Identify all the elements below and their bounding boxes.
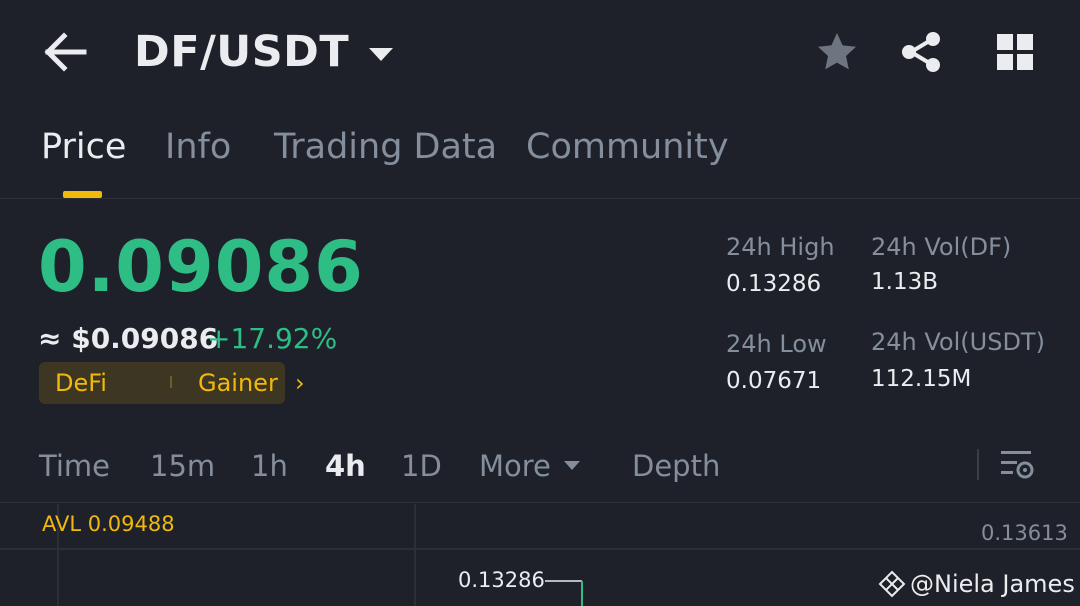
tab-info[interactable]: Info bbox=[165, 127, 231, 167]
high-label: 24h High bbox=[726, 233, 835, 261]
watermark: @Niela James bbox=[878, 570, 1075, 598]
top-app-bar: DF/USDT bbox=[0, 0, 1080, 105]
high-marker-label: 0.13286 bbox=[458, 568, 545, 592]
interval-depth[interactable]: Depth bbox=[632, 449, 720, 483]
interval-1d[interactable]: 1D bbox=[401, 449, 442, 483]
tag-separator bbox=[170, 376, 172, 388]
tab-community[interactable]: Community bbox=[526, 127, 729, 167]
vol-quote-label: 24h Vol(USDT) bbox=[871, 328, 1045, 356]
interval-more[interactable]: More bbox=[479, 449, 551, 483]
kline-chart[interactable]: AVL 0.09488 0.13613 0.13286 @Niela James bbox=[0, 504, 1080, 606]
price-change-percent: +17.92% bbox=[207, 322, 338, 355]
chevron-right-icon: › bbox=[295, 369, 305, 397]
vol-base-value: 1.13B bbox=[871, 269, 938, 295]
fiat-price: ≈ $0.09086 bbox=[38, 322, 219, 355]
avl-label: AVL 0.09488 bbox=[42, 512, 175, 536]
interval-time[interactable]: Time bbox=[39, 449, 110, 483]
binance-logo-icon bbox=[878, 570, 906, 598]
star-favorite-icon[interactable] bbox=[815, 30, 859, 74]
vol-quote-value: 112.15M bbox=[871, 366, 972, 392]
high-value: 0.13286 bbox=[726, 271, 822, 297]
tag-gainer[interactable]: Gainer bbox=[198, 369, 278, 397]
section-tabs: Price Info Trading Data Community bbox=[0, 105, 1080, 199]
low-value: 0.07671 bbox=[726, 368, 822, 394]
low-label: 24h Low bbox=[726, 330, 827, 358]
caret-down-icon bbox=[564, 461, 580, 470]
tab-trading-data[interactable]: Trading Data bbox=[274, 127, 497, 167]
tab-price[interactable]: Price bbox=[41, 127, 126, 167]
pair-selector[interactable]: DF/USDT bbox=[134, 24, 394, 80]
token-tags[interactable]: DeFi Gainer › bbox=[39, 362, 305, 404]
chart-settings-icon[interactable] bbox=[998, 448, 1036, 482]
tag-defi[interactable]: DeFi bbox=[55, 369, 107, 397]
watermark-text: @Niela James bbox=[910, 570, 1075, 598]
interval-1h[interactable]: 1h bbox=[251, 449, 288, 483]
grid-layout-icon[interactable] bbox=[993, 30, 1037, 74]
vol-base-label: 24h Vol(DF) bbox=[871, 233, 1012, 261]
caret-down-icon bbox=[369, 47, 394, 61]
pair-name: DF/USDT bbox=[134, 27, 350, 77]
divider bbox=[977, 449, 979, 480]
back-arrow-icon[interactable] bbox=[40, 30, 92, 74]
interval-4h[interactable]: 4h bbox=[325, 449, 366, 483]
active-tab-indicator bbox=[63, 191, 102, 198]
last-price: 0.09086 bbox=[38, 226, 364, 308]
interval-bar: Time 15m 1h 4h 1D More Depth bbox=[0, 430, 1080, 503]
y-axis-max-label: 0.13613 bbox=[981, 521, 1068, 545]
share-icon[interactable] bbox=[899, 30, 943, 74]
interval-15m[interactable]: 15m bbox=[150, 449, 215, 483]
